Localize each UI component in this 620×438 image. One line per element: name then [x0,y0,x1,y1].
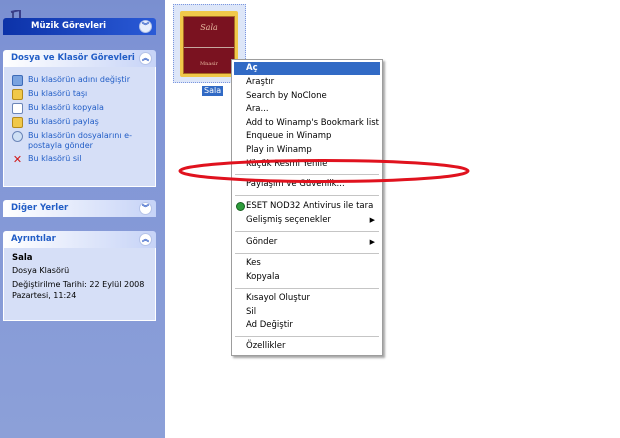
menu-item-label: Play in Winamp [246,145,312,155]
menu-item-cut[interactable]: Kes [234,257,380,270]
rename-icon [12,75,23,86]
menu-item-label: Ara... [246,104,269,114]
album-art-title: Sala [200,23,218,32]
details-header[interactable]: Ayrıntılar ︽ [3,231,156,248]
task-delete[interactable]: ✕ Bu klasörü sil [12,154,149,165]
menu-item-label: Küçük Resmi Yenile [246,159,328,169]
menu-item-rename[interactable]: Ad Değiştir [234,319,380,332]
menu-item-label: Enqueue in Winamp [246,131,332,141]
submenu-arrow-icon: ▶ [369,216,375,224]
menu-item-label: Özellikler [246,341,286,351]
menu-separator [235,336,379,337]
details-panel: Ayrıntılar ︽ Sala Dosya Klasörü Değiştir… [3,231,156,321]
menu-item-advanced-options[interactable]: Gelişmiş seçenekler ▶ [234,214,380,227]
copy-icon [12,103,23,114]
task-label: Bu klasörü sil [28,154,82,163]
email-icon [12,131,23,142]
other-places-title: Diğer Yerler [11,203,69,213]
menu-item-delete[interactable]: Sil [234,306,380,319]
task-label: Bu klasörün adını değiştir [28,75,131,84]
menu-item-label: Gelişmiş seçenekler [246,215,331,225]
menu-item-label: Search by NoClone [246,91,327,101]
menu-item-label: Paylaşım ve Güvenlik... [246,179,345,189]
menu-item-refresh-thumbnail[interactable]: Küçük Resmi Yenile [234,158,380,171]
folder-tasks-body: Bu klasörün adını değiştir Bu klasörü ta… [3,67,156,187]
menu-item-label: Aç [246,63,258,73]
menu-item-winamp-bookmark[interactable]: Add to Winamp's Bookmark list [234,117,380,130]
context-menu: Aç Araştır Search by NoClone Ara... Add … [231,59,383,356]
menu-item-open[interactable]: Aç [234,62,380,75]
task-rename[interactable]: Bu klasörün adını değiştir [12,75,149,86]
folder-tasks-header[interactable]: Dosya ve Klasör Görevleri ︽ [3,50,156,67]
menu-item-copy[interactable]: Kopyala [234,271,380,284]
menu-item-winamp-enqueue[interactable]: Enqueue in Winamp [234,130,380,143]
folder-tasks-panel: Dosya ve Klasör Görevleri ︽ Bu klasörün … [3,50,156,187]
menu-item-label: ESET NOD32 Antivirus ile tara [246,201,374,211]
details-modified-time: Pazartesi, 11:24 [12,291,77,300]
task-pane: Müzik Görevleri ︾ Dosya ve Klasör Görevl… [0,0,165,438]
task-label: Bu klasörü kopyala [28,103,104,112]
menu-separator [235,253,379,254]
other-places-panel: Diğer Yerler ︾ [3,200,156,217]
folder-label[interactable]: Sala [202,86,224,96]
task-email[interactable]: Bu klasörün dosyalarını e-postayla gönde… [12,131,149,151]
menu-item-label: Kopyala [246,272,280,282]
task-label: Bu klasörün dosyalarını e-postayla gönde… [28,131,132,150]
chevron-up-icon[interactable]: ︽ [139,233,152,246]
menu-separator [235,231,379,232]
menu-item-label: Kes [246,258,261,268]
submenu-arrow-icon: ▶ [369,238,375,246]
other-places-header[interactable]: Diğer Yerler ︾ [3,200,156,217]
task-label: Bu klasörü taşı [28,89,88,98]
menu-item-properties[interactable]: Özellikler [234,340,380,353]
menu-item-create-shortcut[interactable]: Kısayol Oluştur [234,292,380,305]
task-copy[interactable]: Bu klasörü kopyala [12,103,149,114]
menu-item-label: Gönder [246,237,278,247]
music-tasks-header[interactable]: Müzik Görevleri ︾ [3,18,156,35]
folder-icon: Sala Mnasir [180,11,238,77]
album-art-subtitle: Mnasir [200,61,218,67]
details-name: Sala [12,253,33,263]
share-icon [12,117,23,128]
menu-separator [235,195,379,196]
move-icon [12,89,23,100]
menu-item-search[interactable]: Ara... [234,103,380,116]
task-move[interactable]: Bu klasörü taşı [12,89,149,100]
menu-item-label: Add to Winamp's Bookmark list [246,118,379,128]
menu-item-winamp-play[interactable]: Play in Winamp [234,144,380,157]
details-title: Ayrıntılar [11,234,56,244]
menu-item-eset-scan[interactable]: ESET NOD32 Antivirus ile tara [234,200,380,213]
menu-item-label: Kısayol Oluştur [246,293,310,303]
task-share[interactable]: Bu klasörü paylaş [12,117,149,128]
menu-item-send-to[interactable]: Gönder ▶ [234,236,380,249]
chevron-up-icon[interactable]: ︽ [139,52,152,65]
details-type: Dosya Klasörü [12,266,70,275]
menu-item-label: Araştır [246,77,275,87]
menu-item-sharing-security[interactable]: Paylaşım ve Güvenlik... [234,178,380,191]
menu-separator [235,174,379,175]
eset-icon [236,202,245,211]
details-modified: Değiştirilme Tarihi: 22 Eylül 2008 [12,280,145,289]
details-body: Sala Dosya Klasörü Değiştirilme Tarihi: … [3,248,156,321]
album-art: Sala Mnasir [183,16,235,74]
menu-separator [235,288,379,289]
menu-item-label: Sil [246,307,257,317]
chevron-down-icon[interactable]: ︾ [139,202,152,215]
delete-icon: ✕ [12,153,23,166]
chevron-down-icon[interactable]: ︾ [139,20,152,33]
folder-tasks-title: Dosya ve Klasör Görevleri [11,53,135,63]
music-tasks-panel: Müzik Görevleri ︾ [3,18,156,35]
menu-item-explore[interactable]: Araştır [234,76,380,89]
music-tasks-title: Müzik Görevleri [31,21,107,31]
menu-item-search-noclone[interactable]: Search by NoClone [234,90,380,103]
menu-item-label: Ad Değiştir [246,320,293,330]
barbed-wire-graphic [184,47,234,48]
task-label: Bu klasörü paylaş [28,117,99,126]
